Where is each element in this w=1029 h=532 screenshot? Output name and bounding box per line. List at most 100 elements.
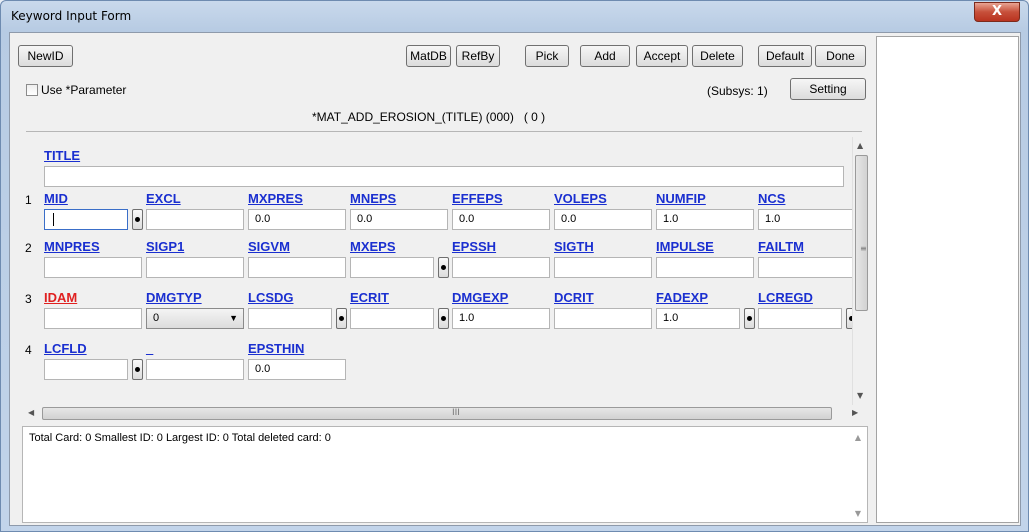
field-label-fadexp[interactable]: FADEXP: [656, 290, 708, 305]
title-input[interactable]: [44, 166, 844, 187]
field-label-mxeps[interactable]: MXEPS: [350, 239, 396, 254]
delete-button[interactable]: Delete: [692, 45, 743, 67]
idam-input[interactable]: [44, 308, 142, 329]
field-label-lcsdg[interactable]: LCSDG: [248, 290, 294, 305]
add-button[interactable]: Add: [580, 45, 630, 67]
mid-input[interactable]: [44, 209, 128, 230]
field-label-sigvm[interactable]: SIGVM: [248, 239, 290, 254]
window-title: Keyword Input Form: [11, 9, 132, 23]
matdb-button[interactable]: MatDB: [406, 45, 451, 67]
field-label-impulse[interactable]: IMPULSE: [656, 239, 714, 254]
field-label-epssh[interactable]: EPSSH: [452, 239, 496, 254]
keyword-input-window: Keyword Input Form X NewID MatDB RefBy P…: [0, 0, 1029, 532]
setting-button[interactable]: Setting: [790, 78, 866, 100]
side-list-panel[interactable]: [876, 36, 1019, 523]
field-label-ecrit[interactable]: ECRIT: [350, 290, 389, 305]
scroll-grip-icon: ≡: [860, 244, 867, 253]
scroll-left-icon[interactable]: ◀: [28, 408, 34, 417]
done-button[interactable]: Done: [815, 45, 866, 67]
status-text: Total Card: 0 Smallest ID: 0 Largest ID:…: [29, 432, 331, 444]
row-number: 4: [25, 343, 32, 357]
mid-pick-button[interactable]: [132, 209, 143, 230]
status-area[interactable]: Total Card: 0 Smallest ID: 0 Largest ID:…: [22, 426, 868, 523]
mneps-input[interactable]: 0.0: [350, 209, 448, 230]
field-label-lcregd[interactable]: LCREGD: [758, 290, 813, 305]
dcrit-input[interactable]: [554, 308, 652, 329]
form-horizontal-scrollbar[interactable]: ◀ III ▶: [22, 405, 868, 422]
title-field-label[interactable]: TITLE: [44, 148, 80, 163]
unused-input[interactable]: [146, 359, 244, 380]
ecrit-pick-button[interactable]: [438, 308, 449, 329]
fadexp-input[interactable]: 1.0: [656, 308, 740, 329]
keyword-form: TITLE 1 MID EXCL MXPRES MNEPS EFFEPS VOL…: [22, 137, 852, 405]
field-label-excl[interactable]: EXCL: [146, 191, 181, 206]
sigvm-input[interactable]: [248, 257, 346, 278]
dmgtyp-value: 0: [153, 312, 160, 324]
scroll-grip-icon: III: [452, 408, 460, 418]
field-label-idam[interactable]: IDAM: [44, 290, 77, 305]
default-button[interactable]: Default: [758, 45, 812, 67]
sigp1-input[interactable]: [146, 257, 244, 278]
field-label-sigp1[interactable]: SIGP1: [146, 239, 184, 254]
effeps-input[interactable]: 0.0: [452, 209, 550, 230]
lcsdg-input[interactable]: [248, 308, 332, 329]
field-label-lcfld[interactable]: LCFLD: [44, 341, 87, 356]
field-label-mxpres[interactable]: MXPRES: [248, 191, 303, 206]
epsthin-input[interactable]: 0.0: [248, 359, 346, 380]
mxeps-input[interactable]: [350, 257, 434, 278]
dmgtyp-select[interactable]: 0 ▼: [146, 308, 244, 329]
use-parameter-option[interactable]: Use *Parameter: [26, 83, 126, 97]
field-label-mid[interactable]: MID: [44, 191, 68, 206]
main-panel: NewID MatDB RefBy Pick Add Accept Delete…: [10, 33, 872, 525]
impulse-input[interactable]: [656, 257, 754, 278]
fadexp-pick-button[interactable]: [744, 308, 755, 329]
numfip-input[interactable]: 1.0: [656, 209, 754, 230]
horizontal-scroll-thumb[interactable]: III: [42, 407, 832, 420]
scroll-right-icon[interactable]: ▶: [852, 408, 858, 417]
vertical-scroll-thumb[interactable]: ≡: [855, 155, 868, 311]
sigth-input[interactable]: [554, 257, 652, 278]
excl-input[interactable]: [146, 209, 244, 230]
keyword-title: *MAT_ADD_EROSION_(TITLE) (000) ( 0 ): [312, 110, 546, 124]
scroll-down-icon[interactable]: ▼: [857, 391, 863, 400]
ecrit-input[interactable]: [350, 308, 434, 329]
field-label-voleps[interactable]: VOLEPS: [554, 191, 607, 206]
field-label-dmgtyp[interactable]: DMGTYP: [146, 290, 202, 305]
newid-button[interactable]: NewID: [18, 45, 73, 67]
form-vertical-scrollbar[interactable]: ▲ ≡ ▼: [852, 137, 869, 405]
epssh-input[interactable]: [452, 257, 550, 278]
field-label-dmgexp[interactable]: DMGEXP: [452, 290, 508, 305]
scroll-up-icon[interactable]: ▲: [855, 433, 861, 442]
use-parameter-label: Use *Parameter: [41, 83, 127, 97]
scroll-up-icon[interactable]: ▲: [857, 141, 863, 150]
mnpres-input[interactable]: [44, 257, 142, 278]
lcfld-pick-button[interactable]: [132, 359, 143, 380]
field-label-dcrit[interactable]: DCRIT: [554, 290, 594, 305]
lcsdg-pick-button[interactable]: [336, 308, 347, 329]
dmgexp-input[interactable]: 1.0: [452, 308, 550, 329]
voleps-input[interactable]: 0.0: [554, 209, 652, 230]
scroll-down-icon[interactable]: ▼: [855, 509, 861, 518]
accept-button[interactable]: Accept: [636, 45, 688, 67]
lcregd-input[interactable]: [758, 308, 842, 329]
text-caret: [53, 213, 54, 226]
field-label-numfip[interactable]: NUMFIP: [656, 191, 706, 206]
use-parameter-checkbox[interactable]: [26, 84, 38, 96]
mxpres-input[interactable]: 0.0: [248, 209, 346, 230]
field-label-epsthin[interactable]: EPSTHIN: [248, 341, 304, 356]
lcfld-input[interactable]: [44, 359, 128, 380]
field-label-sigth[interactable]: SIGTH: [554, 239, 594, 254]
field-label-unused[interactable]: _: [146, 341, 153, 356]
divider: [26, 131, 862, 132]
mxeps-pick-button[interactable]: [438, 257, 449, 278]
close-button[interactable]: X: [974, 2, 1020, 22]
field-label-mnpres[interactable]: MNPRES: [44, 239, 100, 254]
failtm-input[interactable]: [758, 257, 852, 278]
ncs-input[interactable]: 1.0: [758, 209, 852, 230]
refby-button[interactable]: RefBy: [456, 45, 500, 67]
field-label-ncs[interactable]: NCS: [758, 191, 785, 206]
field-label-mneps[interactable]: MNEPS: [350, 191, 396, 206]
field-label-failtm[interactable]: FAILTM: [758, 239, 804, 254]
field-label-effeps[interactable]: EFFEPS: [452, 191, 503, 206]
pick-button[interactable]: Pick: [525, 45, 569, 67]
